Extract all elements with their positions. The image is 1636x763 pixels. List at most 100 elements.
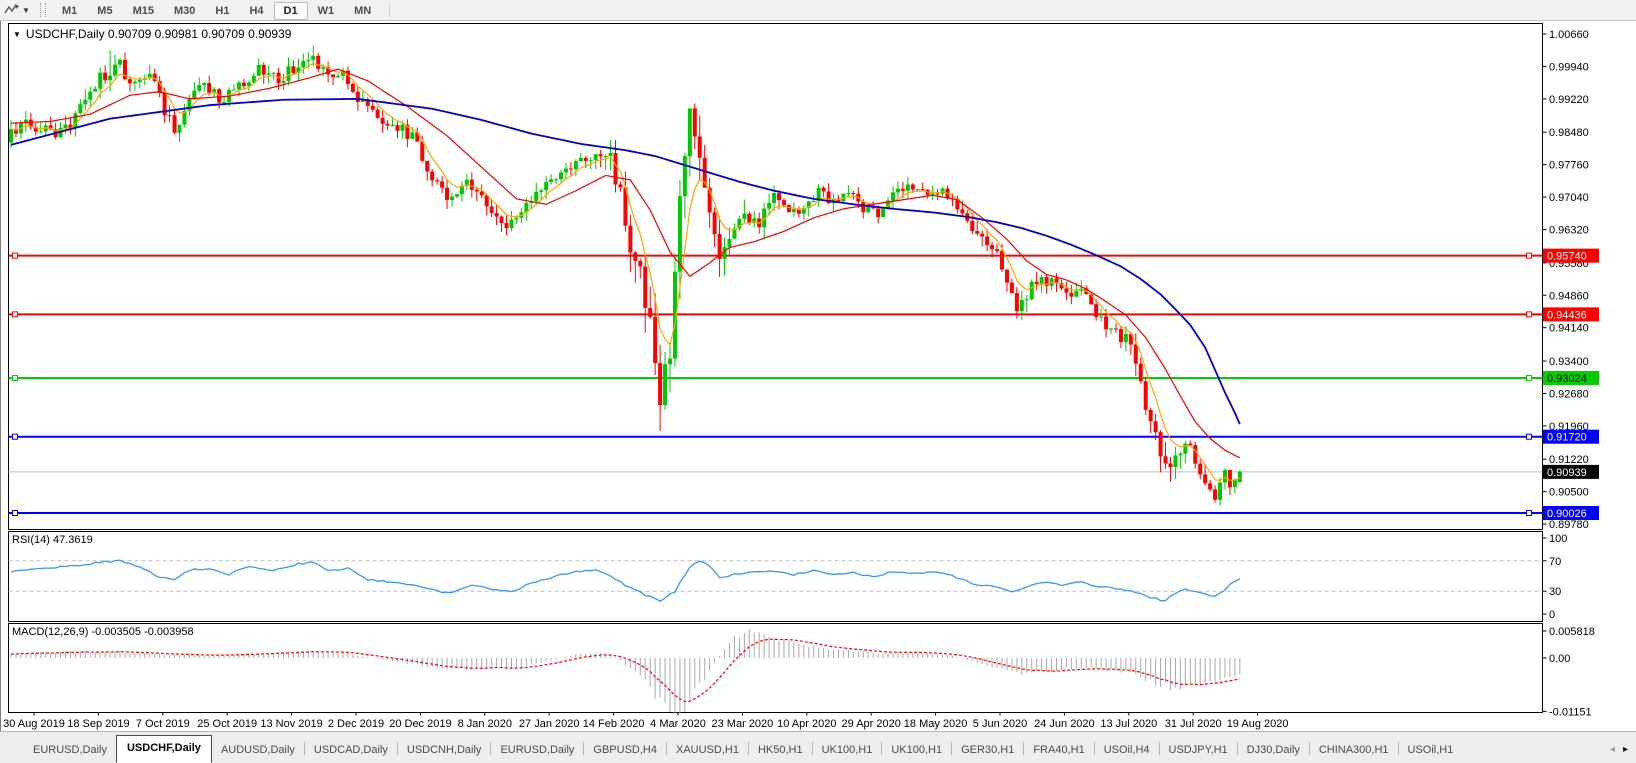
svg-text:0.93024: 0.93024: [1547, 373, 1587, 385]
chart-tab-dj30-daily[interactable]: DJ30,Daily: [1238, 738, 1309, 763]
timeframe-toolbar: ▼ M1M5M15M30H1H4D1W1MN: [0, 0, 1636, 21]
svg-text:0.92680: 0.92680: [1549, 388, 1589, 400]
svg-text:24 Jun 2020: 24 Jun 2020: [1034, 718, 1095, 730]
svg-text:0.94436: 0.94436: [1547, 309, 1587, 321]
hline-handle[interactable]: [1527, 511, 1532, 516]
svg-text:0.95740: 0.95740: [1547, 251, 1587, 263]
svg-text:70: 70: [1549, 556, 1561, 568]
main-panel-frame: [9, 24, 1543, 530]
chart-tab-xauusd-h1[interactable]: XAUUSD,H1: [667, 738, 748, 763]
svg-text:5 Jun 2020: 5 Jun 2020: [973, 718, 1027, 730]
timeframe-button-m5[interactable]: M5: [87, 2, 122, 20]
svg-text:27 Jan 2020: 27 Jan 2020: [519, 718, 580, 730]
svg-text:30 Aug 2019: 30 Aug 2019: [3, 718, 65, 730]
chart-tab-ger30-h1[interactable]: GER30,H1: [952, 738, 1023, 763]
hline-handle[interactable]: [1527, 312, 1532, 317]
svg-text:0.005818: 0.005818: [1549, 626, 1595, 638]
cursor-tool-glyph: [4, 3, 20, 17]
toolbar-drag-handle[interactable]: [40, 3, 46, 17]
svg-text:31 Jul 2020: 31 Jul 2020: [1165, 718, 1222, 730]
svg-text:13 Nov 2019: 13 Nov 2019: [260, 718, 322, 730]
hline-handle[interactable]: [13, 312, 18, 317]
timeframe-button-d1[interactable]: D1: [274, 2, 308, 20]
toolbar-separator: [389, 3, 390, 17]
macd-panel-frame: [9, 624, 1543, 713]
timeframe-button-h1[interactable]: H1: [205, 2, 239, 20]
chart-tab-usdcnh-daily[interactable]: USDCNH,Daily: [398, 738, 491, 763]
svg-text:18 Sep 2019: 18 Sep 2019: [67, 718, 129, 730]
svg-text:0.99940: 0.99940: [1549, 61, 1589, 73]
svg-text:0.98480: 0.98480: [1549, 127, 1589, 139]
hline-handle[interactable]: [1527, 253, 1532, 258]
chart-tab-fra40-h1[interactable]: FRA40,H1: [1024, 738, 1093, 763]
chart-title-text: USDCHF,Daily 0.90709 0.90981 0.90709 0.9…: [26, 27, 292, 41]
tab-scroll-left-icon[interactable]: ◂: [1610, 745, 1615, 755]
cursor-tool-icon[interactable]: [2, 2, 22, 18]
chart-tabs-list: EURUSD,DailyUSDCHF,DailyAUDUSD,DailyUSDC…: [24, 732, 1604, 763]
timeframe-button-m1[interactable]: M1: [52, 2, 87, 20]
svg-text:19 Aug 2020: 19 Aug 2020: [1227, 718, 1289, 730]
svg-text:2 Dec 2019: 2 Dec 2019: [328, 718, 384, 730]
tab-scroll-right-icon[interactable]: ▸: [1623, 745, 1628, 755]
svg-text:0.91220: 0.91220: [1549, 454, 1589, 466]
svg-text:0.94140: 0.94140: [1549, 323, 1589, 335]
svg-text:4 Mar 2020: 4 Mar 2020: [650, 718, 706, 730]
svg-text:20 Dec 2019: 20 Dec 2019: [389, 718, 451, 730]
svg-text:30: 30: [1549, 586, 1561, 598]
tool-dropdown-arrow[interactable]: ▼: [22, 6, 34, 15]
svg-text:-0.01151: -0.01151: [1549, 706, 1592, 718]
svg-text:13 Jul 2020: 13 Jul 2020: [1100, 718, 1157, 730]
hline-handle[interactable]: [13, 511, 18, 516]
svg-text:0.89780: 0.89780: [1549, 519, 1589, 531]
svg-text:0.99220: 0.99220: [1549, 94, 1589, 106]
date-axis[interactable]: 30 Aug 201918 Sep 20197 Oct 201925 Oct 2…: [3, 713, 1288, 731]
hline-handle[interactable]: [1527, 375, 1532, 380]
chart-tab-uk100-h1[interactable]: UK100,H1: [882, 738, 951, 763]
svg-text:0.00: 0.00: [1549, 653, 1570, 665]
svg-text:0.90500: 0.90500: [1549, 487, 1589, 499]
chart-tab-usoil-h1[interactable]: USOil,H1: [1399, 738, 1463, 763]
chart-tab-gbpusd-h4[interactable]: GBPUSD,H4: [584, 738, 666, 763]
timeframe-button-w1[interactable]: W1: [308, 2, 345, 20]
hline-handle[interactable]: [1527, 434, 1532, 439]
timeframe-button-m30[interactable]: M30: [164, 2, 205, 20]
svg-text:0.96320: 0.96320: [1549, 224, 1589, 236]
chart-tab-audusd-daily[interactable]: AUDUSD,Daily: [212, 738, 304, 763]
price-axis[interactable]: 1.006600.999400.992200.984800.977600.970…: [1543, 29, 1600, 531]
macd-label: MACD(12,26,9) -0.003505 -0.003958: [12, 626, 194, 638]
hline-handle[interactable]: [13, 253, 18, 258]
chart-window: ▼ USDCHF,Daily 0.90709 0.90981 0.90709 0…: [0, 21, 1636, 731]
svg-text:0.97760: 0.97760: [1549, 160, 1589, 172]
timeframe-button-mn[interactable]: MN: [344, 2, 381, 20]
chart-tab-usoil-h4[interactable]: USOil,H4: [1095, 738, 1159, 763]
chart-tab-usdjpy-h1[interactable]: USDJPY,H1: [1160, 738, 1237, 763]
timeframe-button-h4[interactable]: H4: [239, 2, 273, 20]
svg-text:0.93400: 0.93400: [1549, 356, 1589, 368]
svg-text:0.90026: 0.90026: [1547, 508, 1587, 520]
svg-text:0: 0: [1549, 609, 1555, 621]
svg-text:10 Apr 2020: 10 Apr 2020: [777, 718, 836, 730]
hline-handle[interactable]: [13, 375, 18, 380]
chart-tab-china300-h1[interactable]: CHINA300,H1: [1310, 738, 1398, 763]
svg-text:1.00660: 1.00660: [1549, 29, 1589, 41]
svg-text:18 May 2020: 18 May 2020: [904, 718, 968, 730]
chart-tab-usdcad-daily[interactable]: USDCAD,Daily: [305, 738, 397, 763]
svg-text:0.90939: 0.90939: [1547, 467, 1587, 479]
rsi-panel-frame: [9, 532, 1543, 622]
svg-text:100: 100: [1549, 533, 1567, 545]
chart-tab-usdchf-daily[interactable]: USDCHF,Daily: [116, 735, 212, 763]
timeframe-button-m15[interactable]: M15: [123, 2, 164, 20]
chart-tab-hk50-h1[interactable]: HK50,H1: [749, 738, 812, 763]
svg-text:8 Jan 2020: 8 Jan 2020: [458, 718, 512, 730]
chart-canvas[interactable]: 1.006600.999400.992200.984800.977600.970…: [1, 21, 1636, 731]
chart-ohlc-title: ▼ USDCHF,Daily 0.90709 0.90981 0.90709 0…: [13, 27, 291, 41]
chart-tab-eurusd-daily[interactable]: EURUSD,Daily: [24, 738, 116, 763]
symbol-dropdown-icon[interactable]: ▼: [13, 30, 21, 39]
hline-handle[interactable]: [13, 434, 18, 439]
svg-text:23 Mar 2020: 23 Mar 2020: [712, 718, 774, 730]
chart-tabs-bar: EURUSD,DailyUSDCHF,DailyAUDUSD,DailyUSDC…: [0, 731, 1636, 763]
chart-tab-eurusd-daily[interactable]: EURUSD,Daily: [491, 738, 583, 763]
timeframe-buttons-group: M1M5M15M30H1H4D1W1MN: [52, 1, 381, 20]
svg-text:7 Oct 2019: 7 Oct 2019: [136, 718, 190, 730]
chart-tab-uk100-h1[interactable]: UK100,H1: [813, 738, 882, 763]
